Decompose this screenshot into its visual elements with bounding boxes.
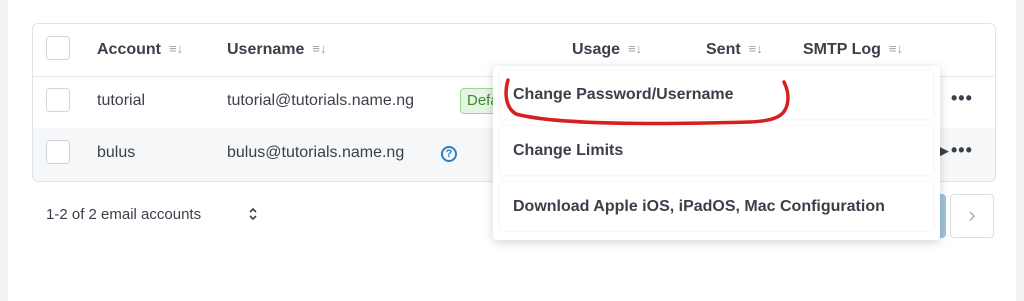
menu-item-download-apple-config[interactable]: Download Apple iOS, iPadOS, Mac Configur…	[500, 183, 933, 231]
select-all-checkbox[interactable]	[46, 36, 70, 60]
menu-item-change-limits[interactable]: Change Limits	[500, 127, 933, 175]
more-actions-icon[interactable]: •••	[951, 140, 973, 161]
column-header-smtp-log[interactable]: SMTP Log ≡↓	[803, 39, 903, 60]
account-cell: bulus	[97, 144, 136, 161]
red-annotation-underline	[504, 78, 790, 126]
row-checkbox[interactable]	[46, 140, 70, 164]
sort-icon[interactable]: ≡↓	[169, 39, 183, 59]
column-header-usage[interactable]: Usage ≡↓	[572, 39, 642, 60]
column-header-account[interactable]: Account ≡↓	[97, 39, 183, 60]
username-cell: bulus@tutorials.name.ng	[227, 144, 405, 161]
more-actions-icon[interactable]: •••	[951, 88, 973, 109]
per-page-toggle-icon[interactable]	[248, 207, 258, 221]
pagination-next-button[interactable]: ›	[950, 194, 994, 238]
chevron-up-down-icon	[249, 207, 257, 221]
sort-icon[interactable]: ≡↓	[889, 39, 903, 59]
sort-icon[interactable]: ≡↓	[749, 39, 763, 59]
pagination-summary: 1-2 of 2 email accounts	[46, 206, 202, 223]
sort-icon[interactable]: ≡↓	[312, 39, 326, 59]
column-header-sent[interactable]: Sent ≡↓	[706, 39, 763, 60]
account-cell: tutorial	[97, 92, 146, 109]
sort-icon[interactable]: ≡↓	[628, 39, 642, 59]
username-cell: tutorial@tutorials.name.ng	[227, 92, 414, 109]
row-checkbox[interactable]	[46, 88, 70, 112]
caret-right-icon: ▶	[939, 143, 949, 158]
help-icon[interactable]: ?	[441, 146, 457, 162]
column-header-username[interactable]: Username ≡↓	[227, 39, 326, 60]
